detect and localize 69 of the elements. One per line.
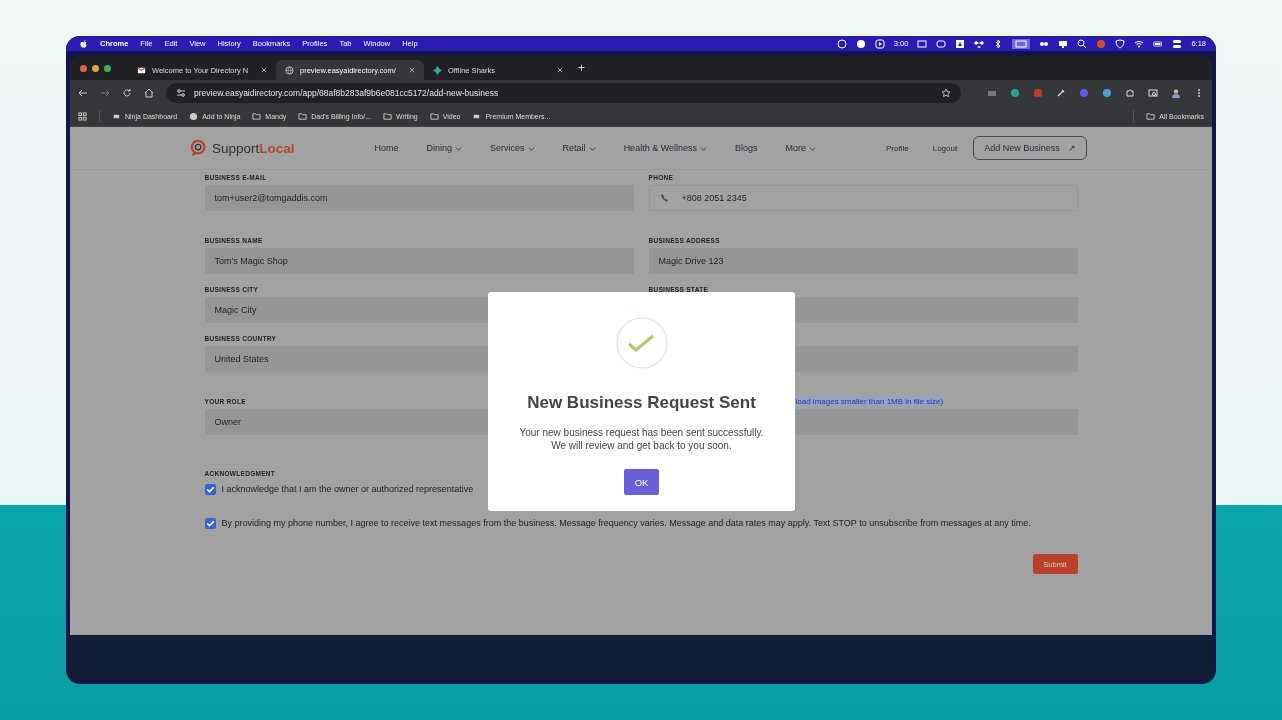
globe-icon xyxy=(189,111,199,121)
star-shape-icon xyxy=(433,65,442,75)
nav-link[interactable]: Home xyxy=(374,143,399,153)
checkmark-icon xyxy=(614,316,669,370)
star-icon[interactable] xyxy=(941,88,951,98)
puzzle-icon[interactable] xyxy=(1125,88,1135,98)
control-center-icon[interactable] xyxy=(1172,38,1183,49)
checkbox[interactable] xyxy=(204,518,216,529)
selected-hint-text: load images smaller than 1MB in file size) xyxy=(795,397,944,406)
ok-button[interactable]: OK xyxy=(624,469,659,495)
close-icon[interactable] xyxy=(557,67,563,73)
nav-link[interactable]: Health & Wellness xyxy=(623,143,707,153)
checkbox-label: I acknowledge that I am the owner or authorized representative xyxy=(221,483,474,496)
globe-icon xyxy=(285,65,294,75)
nav-link[interactable]: Retail xyxy=(562,143,596,153)
close-icon[interactable] xyxy=(409,67,415,73)
address-bar[interactable]: preview.easyaidirectory.com/app/68af8b283af9b6e081cc5172/add-new-business xyxy=(166,83,961,103)
search-icon[interactable] xyxy=(1077,38,1088,49)
minimize-icon[interactable] xyxy=(92,64,99,72)
app-icon[interactable] xyxy=(855,38,866,49)
logout-link[interactable]: Logout xyxy=(932,143,958,153)
close-icon[interactable] xyxy=(80,64,87,72)
mail-icon xyxy=(137,65,146,75)
site-logo[interactable]: SupportLocal xyxy=(190,139,295,157)
wifi-icon[interactable] xyxy=(1134,38,1145,49)
avatar-icon[interactable] xyxy=(1171,88,1181,98)
nav-link[interactable]: Blogs xyxy=(735,143,758,153)
apps-grid-icon[interactable] xyxy=(78,111,87,121)
checkbox-label: By providing my phone number, I agree to receive text messages from the business. Message frequency varies. Message and data rates may apply. Text STOP to unsubscribe from messages at any time. xyxy=(221,517,1031,530)
site-settings-icon[interactable] xyxy=(176,88,186,98)
close-icon[interactable] xyxy=(261,67,267,73)
input-field[interactable]: tom+user2@tomgaddis.com xyxy=(204,185,634,211)
apple-icon[interactable] xyxy=(80,38,88,49)
nav-link[interactable]: More xyxy=(785,143,817,153)
nav-link[interactable]: Services xyxy=(490,143,535,153)
shield-icon[interactable] xyxy=(1115,38,1126,49)
pin-icon xyxy=(190,139,208,157)
extension-icon[interactable] xyxy=(1102,88,1112,98)
monitor-icon[interactable] xyxy=(1058,38,1069,49)
input-field[interactable]: Tom's Magic Shop xyxy=(204,248,634,274)
input-field[interactable]: +808 2051 2345 xyxy=(648,185,1078,211)
back-icon[interactable] xyxy=(78,88,88,98)
reload-icon[interactable] xyxy=(122,88,132,98)
window-icon[interactable] xyxy=(936,38,947,49)
folder-icon xyxy=(383,111,392,121)
folder-icon xyxy=(298,111,308,121)
home-icon[interactable] xyxy=(144,88,154,98)
drive-icon[interactable] xyxy=(955,38,966,49)
nav-link[interactable]: Dining xyxy=(426,143,463,153)
eyedropper-icon[interactable] xyxy=(1056,88,1066,98)
dropbox-icon[interactable] xyxy=(974,38,985,49)
add-new-business-button[interactable]: Add New Business ↗ xyxy=(973,136,1087,160)
checkbox[interactable] xyxy=(204,484,216,495)
profile-link[interactable]: Profile xyxy=(886,143,909,153)
timer-icon[interactable] xyxy=(874,38,885,49)
window-icon[interactable] xyxy=(917,38,928,49)
folder-icon xyxy=(252,111,262,121)
display-icon[interactable] xyxy=(1012,38,1031,49)
tab-search-icon[interactable] xyxy=(1148,88,1158,98)
extension-icon[interactable] xyxy=(1010,88,1020,98)
input-field[interactable]: Magic Drive 123 xyxy=(648,248,1078,274)
app-icon[interactable] xyxy=(836,38,847,49)
maximize-icon[interactable] xyxy=(104,64,111,72)
camera-icon[interactable] xyxy=(987,88,997,98)
forward-icon[interactable] xyxy=(100,88,110,98)
new-tab-button[interactable]: + xyxy=(578,61,585,75)
folder-icon xyxy=(1146,111,1156,121)
battery-icon[interactable] xyxy=(1153,38,1164,49)
folder-icon xyxy=(429,111,439,121)
